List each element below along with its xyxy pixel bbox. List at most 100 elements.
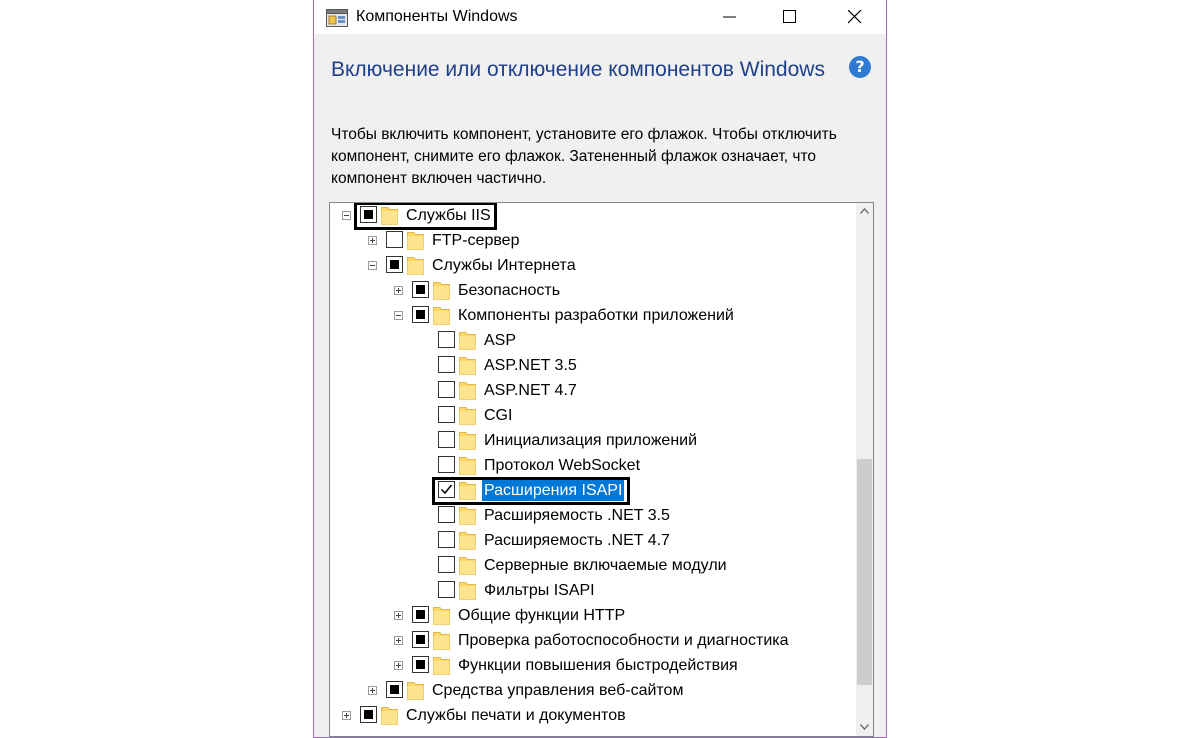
feature-label: Проверка работоспособности и диагностика — [458, 632, 789, 649]
tree-row[interactable]: ASP.NET 3.5 — [330, 353, 850, 378]
scroll-up-button[interactable] — [856, 203, 873, 220]
feature-label: Функции повышения быстродействия — [458, 657, 738, 674]
feature-checkbox[interactable] — [386, 681, 403, 698]
feature-checkbox[interactable] — [412, 606, 429, 623]
tree-row[interactable]: Проверка работоспособности и диагностика — [330, 628, 850, 653]
folder-icon — [459, 356, 476, 375]
folder-icon — [433, 306, 450, 325]
tree-row[interactable]: Расширяемость .NET 4.7 — [330, 528, 850, 553]
collapse-icon[interactable] — [342, 211, 351, 220]
feature-checkbox[interactable] — [438, 406, 455, 423]
folder-icon — [433, 606, 450, 625]
windows-features-app-icon — [326, 9, 348, 27]
folder-icon — [433, 631, 450, 650]
folder-icon — [459, 506, 476, 525]
tree-row[interactable]: Средства управления веб-сайтом — [330, 678, 850, 703]
collapse-icon[interactable] — [394, 311, 403, 320]
feature-label: Безопасность — [458, 282, 561, 299]
feature-label: ASP.NET 3.5 — [484, 357, 577, 374]
highlight-box — [354, 203, 497, 230]
collapse-icon[interactable] — [368, 261, 377, 270]
scroll-down-button[interactable] — [856, 719, 873, 736]
tree-row[interactable]: ASP.NET 4.7 — [330, 378, 850, 403]
feature-checkbox[interactable] — [360, 706, 377, 723]
feature-checkbox[interactable] — [438, 356, 455, 373]
tree-row[interactable]: Службы печати и документов — [330, 703, 850, 728]
feature-label: ASP — [484, 332, 517, 349]
folder-icon — [381, 706, 398, 725]
folder-icon — [459, 531, 476, 550]
feature-label: Фильтры ISAPI — [484, 582, 595, 599]
feature-label: Серверные включаемые модули — [484, 557, 727, 574]
feature-label: Расширяемость .NET 4.7 — [484, 532, 670, 549]
tree-row[interactable]: Компоненты разработки приложений — [330, 303, 850, 328]
tree-row[interactable]: FTP-сервер — [330, 228, 850, 253]
help-icon[interactable]: ? — [849, 56, 871, 78]
scrollbar-thumb[interactable] — [857, 459, 872, 685]
feature-checkbox[interactable] — [412, 656, 429, 673]
feature-label: FTP-сервер — [432, 232, 520, 249]
tree-row[interactable]: Безопасность — [330, 278, 850, 303]
feature-label: CGI — [484, 407, 513, 424]
maximize-button[interactable] — [760, 0, 820, 34]
highlight-box — [432, 477, 630, 505]
expand-icon[interactable] — [394, 611, 403, 620]
tree-row[interactable]: Инициализация приложений — [330, 428, 850, 453]
folder-icon — [459, 556, 476, 575]
expand-icon[interactable] — [394, 661, 403, 670]
vertical-scrollbar[interactable] — [856, 203, 873, 736]
dialog-heading: Включение или отключение компонентов Win… — [331, 58, 825, 81]
tree-row[interactable]: Протокол WebSocket — [330, 453, 850, 478]
feature-label: Средства управления веб-сайтом — [432, 682, 684, 699]
expand-icon[interactable] — [394, 636, 403, 645]
feature-checkbox[interactable] — [438, 581, 455, 598]
folder-icon — [433, 281, 450, 300]
feature-label: Компоненты разработки приложений — [458, 307, 734, 324]
minimize-button[interactable] — [700, 0, 760, 34]
feature-checkbox[interactable] — [438, 556, 455, 573]
chevron-up-icon — [860, 208, 869, 214]
feature-label: Общие функции HTTP — [458, 607, 626, 624]
folder-icon — [459, 581, 476, 600]
folder-icon — [459, 381, 476, 400]
expand-icon[interactable] — [368, 686, 377, 695]
feature-checkbox[interactable] — [438, 431, 455, 448]
feature-checkbox[interactable] — [438, 381, 455, 398]
close-icon — [848, 10, 862, 24]
tree-row[interactable]: Функции повышения быстродействия — [330, 653, 850, 678]
close-button[interactable] — [825, 0, 885, 34]
minimize-icon — [723, 16, 736, 18]
feature-checkbox[interactable] — [412, 631, 429, 648]
tree-row[interactable]: Расширяемость .NET 3.5 — [330, 503, 850, 528]
feature-checkbox[interactable] — [412, 281, 429, 298]
folder-icon — [407, 256, 424, 275]
windows-features-dialog: Компоненты Windows Включение или отключе… — [313, 0, 887, 738]
tree-row[interactable]: Службы Интернета — [330, 253, 850, 278]
folder-icon — [459, 331, 476, 350]
tree-row[interactable]: Общие функции HTTP — [330, 603, 850, 628]
feature-checkbox[interactable] — [412, 306, 429, 323]
feature-checkbox[interactable] — [438, 456, 455, 473]
dialog-description: Чтобы включить компонент, установите его… — [331, 126, 837, 187]
feature-label: Службы Интернета — [432, 257, 576, 274]
tree-row[interactable]: CGI — [330, 403, 850, 428]
expand-icon[interactable] — [342, 711, 351, 720]
features-tree: Службы IIS FTP-сервер Службы Интернета Безо… — [329, 202, 874, 737]
feature-label: Расширяемость .NET 3.5 — [484, 507, 670, 524]
folder-icon — [459, 456, 476, 475]
expand-icon[interactable] — [368, 236, 377, 245]
feature-checkbox[interactable] — [438, 331, 455, 348]
window-title: Компоненты Windows — [356, 8, 518, 25]
tree-row[interactable]: Фильтры ISAPI — [330, 578, 850, 603]
tree-row[interactable]: Серверные включаемые модули — [330, 553, 850, 578]
feature-checkbox[interactable] — [386, 231, 403, 248]
tree-row[interactable]: ASP — [330, 328, 850, 353]
feature-checkbox[interactable] — [438, 506, 455, 523]
feature-checkbox[interactable] — [438, 531, 455, 548]
title-bar[interactable]: Компоненты Windows — [314, 0, 886, 34]
feature-label: Службы печати и документов — [406, 707, 626, 724]
chevron-down-icon — [860, 724, 869, 730]
feature-checkbox[interactable] — [386, 256, 403, 273]
feature-label: ASP.NET 4.7 — [484, 382, 577, 399]
expand-icon[interactable] — [394, 286, 403, 295]
